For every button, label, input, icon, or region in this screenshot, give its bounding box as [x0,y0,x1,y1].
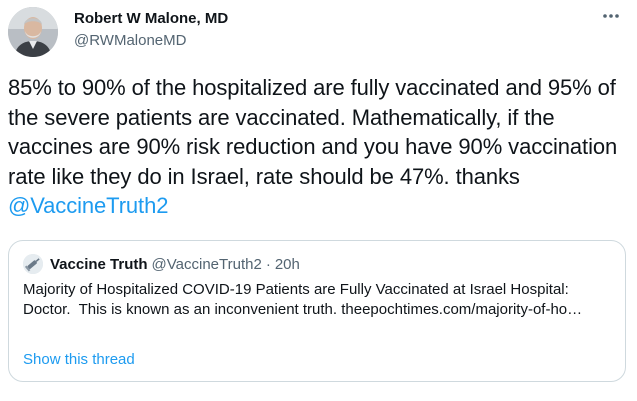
tweet-body-text: 85% to 90% of the hospitalized are fully… [8,75,618,189]
quote-tweet-card[interactable]: Vaccine Truth @VaccineTruth2 · 20h Major… [8,240,626,382]
show-thread-link[interactable]: Show this thread [23,351,135,368]
quote-separator: · [265,255,271,273]
mention-link[interactable]: @VaccineTruth2 [8,193,168,218]
syringe-avatar-icon [23,254,43,274]
tweet-text: 85% to 90% of the hospitalized are fully… [8,73,630,221]
author-name[interactable]: Robert W Malone, MD [74,9,228,28]
quote-avatar[interactable] [23,254,43,274]
tweet-author[interactable]: Robert W Malone, MD @RWMaloneMD [74,9,228,50]
quote-timestamp[interactable]: 20h [275,256,300,273]
quote-author-name[interactable]: Vaccine Truth [50,256,148,273]
author-handle[interactable]: @RWMaloneMD [74,31,228,50]
more-options-button[interactable] [596,3,626,29]
quote-body-text: Majority of Hospitalized COVID-19 Patien… [23,281,583,318]
quote-header: Vaccine Truth @VaccineTruth2 · 20h [23,254,300,274]
author-photo-icon [8,7,58,57]
author-avatar[interactable] [8,7,58,57]
quote-author-handle[interactable]: @VaccineTruth2 [152,256,262,273]
more-horizontal-icon [603,14,619,18]
